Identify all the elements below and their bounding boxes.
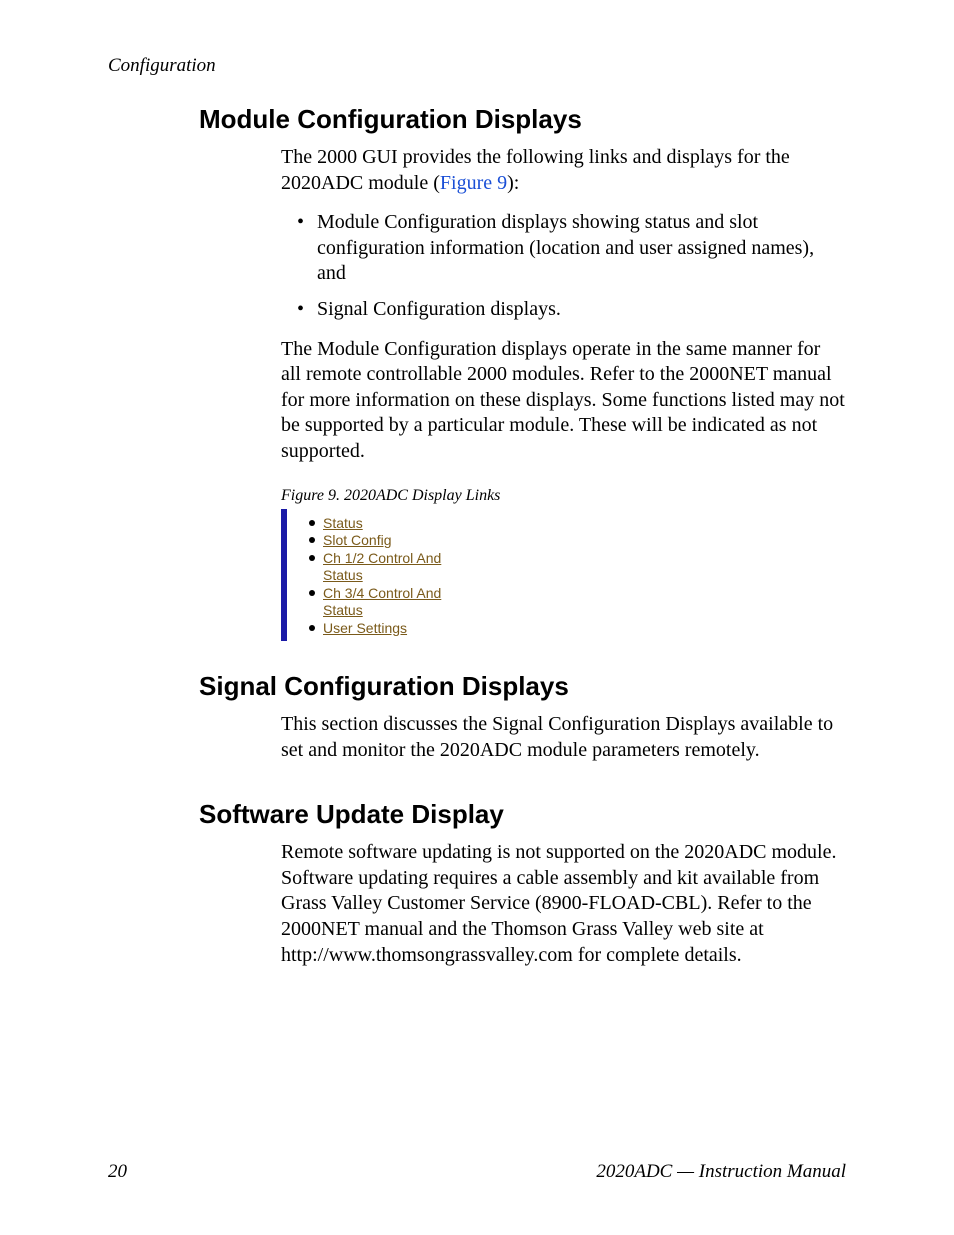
link-figure-9[interactable]: Figure 9 <box>440 172 507 194</box>
heading-software-update: Software Update Display <box>199 799 845 830</box>
paragraph: Remote software updating is not supporte… <box>281 840 845 968</box>
paragraph: This section discusses the Signal Config… <box>281 712 845 763</box>
list-item: Status <box>309 602 477 620</box>
list-item: Status <box>309 567 477 585</box>
list-item: Slot Config <box>309 532 477 550</box>
link-status[interactable]: Status <box>323 515 363 531</box>
list-item: User Settings <box>309 620 477 638</box>
page-number: 20 <box>108 1161 127 1183</box>
link-ch12-status[interactable]: Status <box>323 567 363 583</box>
figure-9: Status Slot Config Ch 1/2 Control And St… <box>281 509 481 642</box>
figure-caption: Figure 9. 2020ADC Display Links <box>281 487 845 505</box>
content-area: Module Configuration Displays The 2000 G… <box>199 104 845 982</box>
section-body-software-update: Remote software updating is not supporte… <box>281 840 845 968</box>
paragraph: The 2000 GUI provides the following link… <box>281 145 845 196</box>
figure-link-list: Status Slot Config Ch 1/2 Control And St… <box>309 515 477 638</box>
link-ch12-control[interactable]: Ch 1/2 Control And <box>323 550 441 566</box>
heading-module-configuration: Module Configuration Displays <box>199 104 845 135</box>
heading-signal-configuration: Signal Configuration Displays <box>199 671 845 702</box>
text-run: The 2000 GUI provides the following link… <box>281 146 790 194</box>
running-head: Configuration <box>108 55 216 77</box>
list-item: Signal Configuration displays. <box>301 297 845 323</box>
list-item: Ch 1/2 Control And <box>309 550 477 568</box>
page: Configuration Module Configuration Displ… <box>0 0 954 1235</box>
section-body-module-configuration: The 2000 GUI provides the following link… <box>281 145 845 641</box>
footer-title: 2020ADC — Instruction Manual <box>596 1161 846 1183</box>
link-user-settings[interactable]: User Settings <box>323 620 407 636</box>
list-item: Status <box>309 515 477 533</box>
list-item: Module Configuration displays showing st… <box>301 210 845 287</box>
link-ch34-control[interactable]: Ch 3/4 Control And <box>323 585 441 601</box>
section-body-signal-configuration: This section discusses the Signal Config… <box>281 712 845 763</box>
footer: 20 2020ADC — Instruction Manual <box>108 1161 846 1183</box>
paragraph: The Module Configuration displays operat… <box>281 337 845 465</box>
text-run: ): <box>507 172 519 194</box>
link-ch34-status[interactable]: Status <box>323 602 363 618</box>
list-item: Ch 3/4 Control And <box>309 585 477 603</box>
bullet-list: Module Configuration displays showing st… <box>281 210 845 322</box>
link-slot-config[interactable]: Slot Config <box>323 532 391 548</box>
